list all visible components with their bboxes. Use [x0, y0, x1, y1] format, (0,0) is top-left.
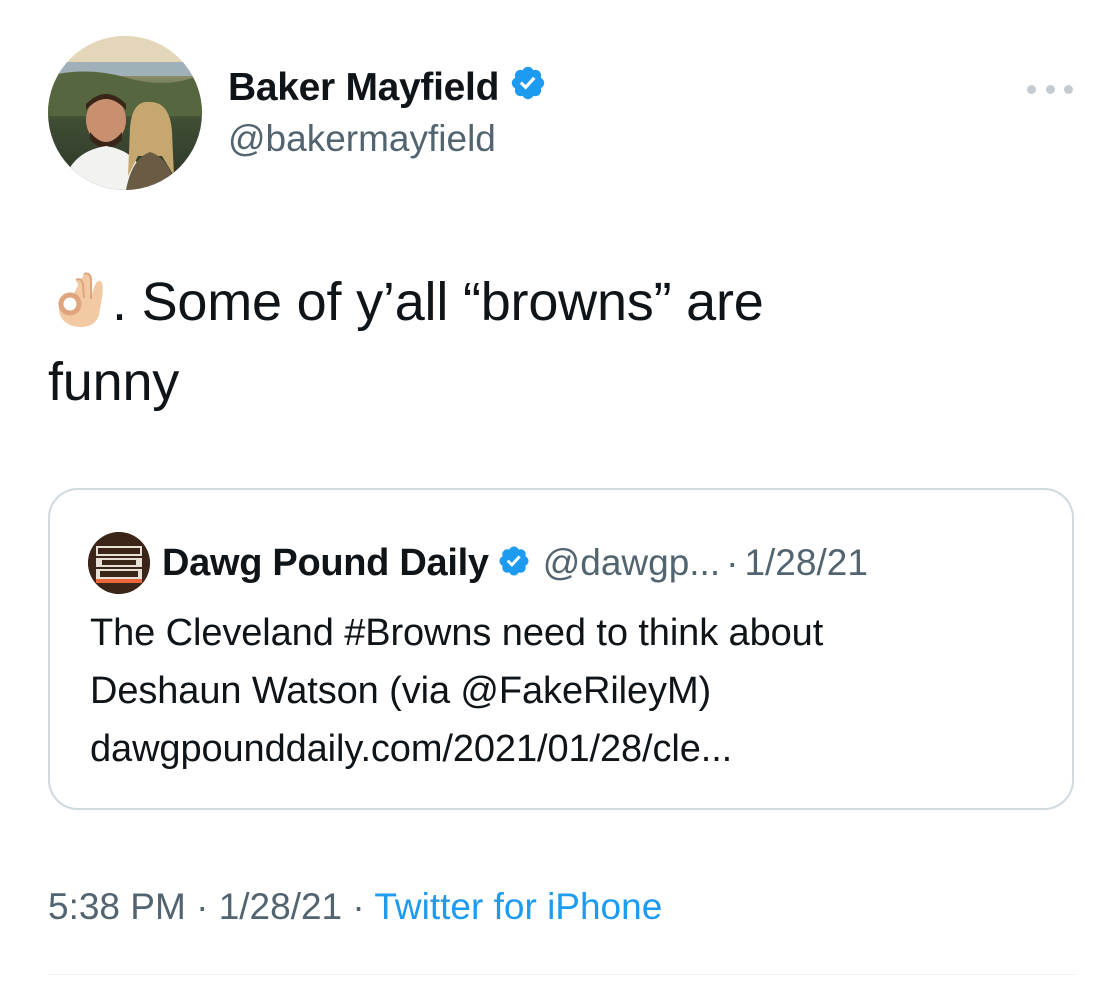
tweet-source-link[interactable]: Twitter for iPhone	[374, 886, 662, 927]
tweet-meta: 5:38 PM · 1/28/21 · Twitter for iPhone	[48, 886, 662, 928]
quoted-tweet-body: The Cleveland #Browns need to think abou…	[90, 604, 1050, 778]
divider	[48, 974, 1076, 975]
tweet-date[interactable]: 1/28/21	[219, 886, 342, 927]
quoted-tweet-card[interactable]: Dawg Pound Daily @dawgp... · 1/28/21 The…	[48, 488, 1074, 810]
more-horizontal-icon	[1027, 84, 1036, 94]
quoted-body-line3: dawgpounddaily.com/2021/01/28/cle...	[90, 728, 733, 770]
quoted-author-handle: @dawgp...	[542, 542, 721, 583]
verified-badge-icon	[497, 544, 531, 583]
quoted-body-line1: The Cleveland #Browns need to think abou…	[90, 612, 824, 654]
more-options-button[interactable]	[1027, 74, 1073, 104]
tweet-text: . Some of y’all “browns” are funny	[48, 262, 1058, 422]
ok-hand-emoji-icon	[48, 266, 112, 330]
tweet-text-line1: . Some of y’all “browns” are	[112, 272, 764, 332]
quoted-tweet-date: 1/28/21	[744, 542, 868, 583]
quoted-tweet-header: Dawg Pound Daily @dawgp... · 1/28/21	[88, 532, 868, 594]
meta-separator: ·	[196, 886, 209, 927]
quoted-author-name: Dawg Pound Daily	[162, 541, 489, 584]
tweet-text-line2: funny	[48, 352, 180, 412]
quoted-separator: ·	[726, 542, 739, 583]
author-avatar[interactable]	[48, 36, 202, 190]
author-name[interactable]: Baker Mayfield	[228, 64, 547, 112]
quoted-body-line2: Deshaun Watson (via @FakeRileyM)	[90, 670, 712, 712]
more-horizontal-icon	[1045, 84, 1055, 94]
more-horizontal-icon	[1064, 84, 1073, 94]
author-name-text[interactable]: Baker Mayfield	[228, 66, 499, 110]
meta-separator: ·	[352, 886, 365, 927]
quoted-author-avatar	[88, 532, 150, 594]
tweet-time[interactable]: 5:38 PM	[48, 886, 186, 927]
author-handle[interactable]: @bakermayfield	[228, 118, 496, 160]
verified-badge-icon	[509, 64, 547, 112]
